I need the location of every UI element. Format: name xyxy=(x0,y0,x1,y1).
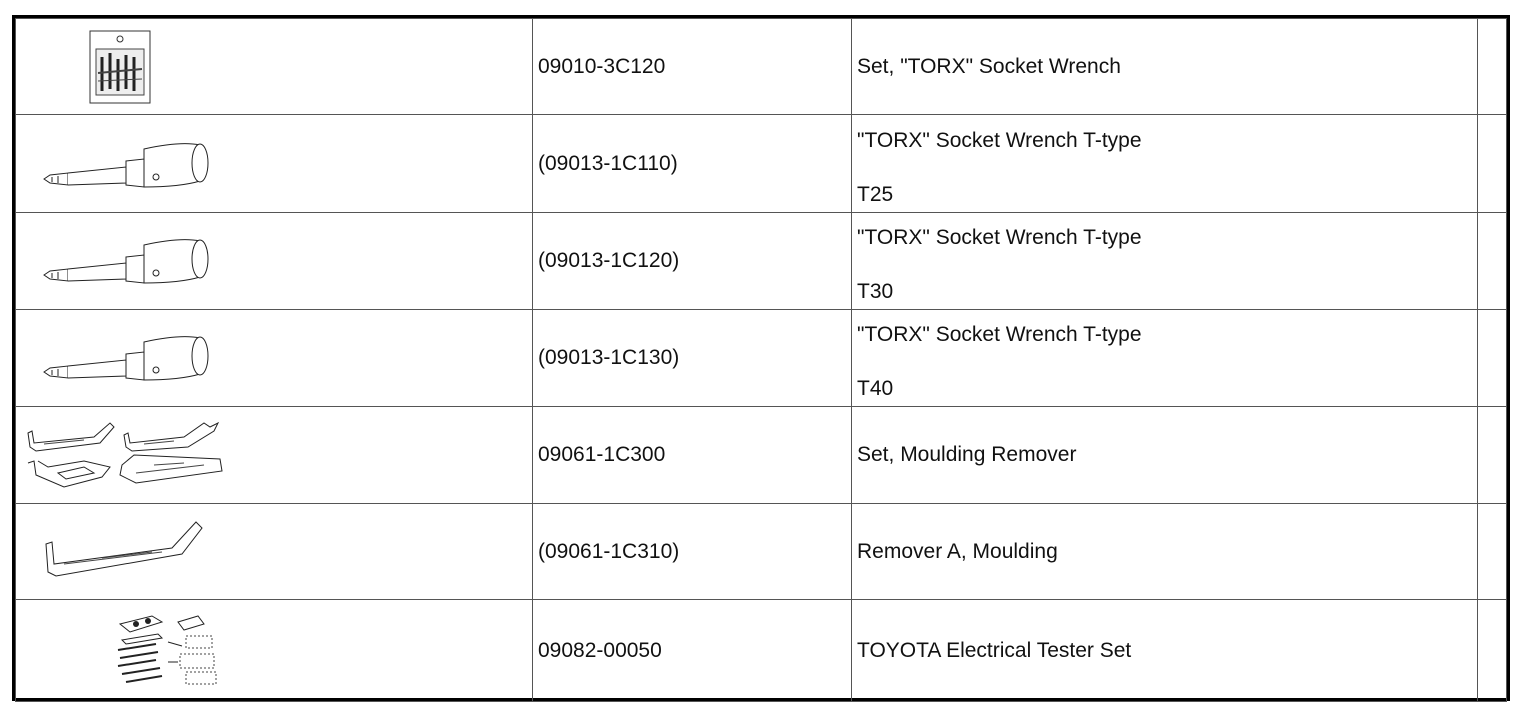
tool-description: "TORX" Socket Wrench T-type T40 xyxy=(851,309,1478,407)
tool-description: "TORX" Socket Wrench T-type T25 xyxy=(851,114,1478,213)
table-row: (09013-1C110) "TORX" Socket Wrench T-typ… xyxy=(15,114,1507,213)
empty-cell xyxy=(1477,309,1507,407)
tool-image-cell xyxy=(15,406,533,504)
tools-table-frame: 09010-3C120 Set, "TORX" Socket Wrench (0… xyxy=(12,15,1510,702)
description-text: "TORX" Socket Wrench T-type xyxy=(857,128,1142,152)
table-row: (09061-1C310) Remover A, Moulding xyxy=(15,503,1507,600)
part-number: (09013-1C120) xyxy=(532,212,852,310)
torx-size: T40 xyxy=(857,377,894,400)
empty-cell xyxy=(1477,212,1507,310)
empty-cell xyxy=(1477,18,1507,115)
description-text: "TORX" Socket Wrench T-type xyxy=(857,323,1142,346)
torx-size: T30 xyxy=(857,280,894,303)
part-number: (09013-1C130) xyxy=(532,309,852,407)
part-number: 09082-00050 xyxy=(532,599,852,702)
part-number: (09061-1C310) xyxy=(532,503,852,600)
table-row: (09013-1C120) "TORX" Socket Wrench T-typ… xyxy=(15,212,1507,310)
part-number: 09010-3C120 xyxy=(532,18,852,115)
tool-image-cell xyxy=(15,212,533,310)
empty-cell xyxy=(1477,406,1507,504)
moulding-remover-a-icon xyxy=(42,518,207,584)
torx-socket-wrench-t-type-icon xyxy=(40,137,210,197)
description-text: "TORX" Socket Wrench T-type xyxy=(857,226,1142,249)
tool-description: Set, "TORX" Socket Wrench xyxy=(851,18,1478,115)
tool-description: TOYOTA Electrical Tester Set xyxy=(851,599,1478,702)
moulding-remover-set-icon xyxy=(24,417,229,493)
table-row: (09013-1C130) "TORX" Socket Wrench T-typ… xyxy=(15,309,1507,407)
table-row: 09061-1C300 Set, Moulding Remover xyxy=(15,406,1507,504)
torx-size: T25 xyxy=(857,182,894,206)
tool-image-cell xyxy=(15,599,533,702)
tool-description: "TORX" Socket Wrench T-type T30 xyxy=(851,212,1478,310)
torx-socket-wrench-set-icon xyxy=(88,29,152,105)
tool-description: Remover A, Moulding xyxy=(851,503,1478,600)
torx-socket-wrench-t-type-icon xyxy=(40,233,210,293)
description-text: Remover A, Moulding xyxy=(857,539,1058,563)
tool-image-cell xyxy=(15,309,533,407)
special-tools-table: 09010-3C120 Set, "TORX" Socket Wrench (0… xyxy=(15,18,1507,702)
electrical-tester-set-icon xyxy=(112,612,230,692)
part-number: 09061-1C300 xyxy=(532,406,852,504)
tool-description: Set, Moulding Remover xyxy=(851,406,1478,504)
torx-socket-wrench-t-type-icon xyxy=(40,330,210,390)
empty-cell xyxy=(1477,114,1507,213)
tool-image-cell xyxy=(15,503,533,600)
tool-image-cell xyxy=(15,114,533,213)
empty-cell xyxy=(1477,503,1507,600)
description-text: Set, "TORX" Socket Wrench xyxy=(857,54,1121,78)
table-row: 09082-00050 TOYOTA Electrical Tester Set xyxy=(15,599,1507,702)
description-text: TOYOTA Electrical Tester Set xyxy=(857,638,1132,662)
empty-cell xyxy=(1477,599,1507,702)
part-number: (09013-1C110) xyxy=(532,114,852,213)
tool-image-cell xyxy=(15,18,533,115)
description-text: Set, Moulding Remover xyxy=(857,443,1077,466)
table-row: 09010-3C120 Set, "TORX" Socket Wrench xyxy=(15,18,1507,115)
